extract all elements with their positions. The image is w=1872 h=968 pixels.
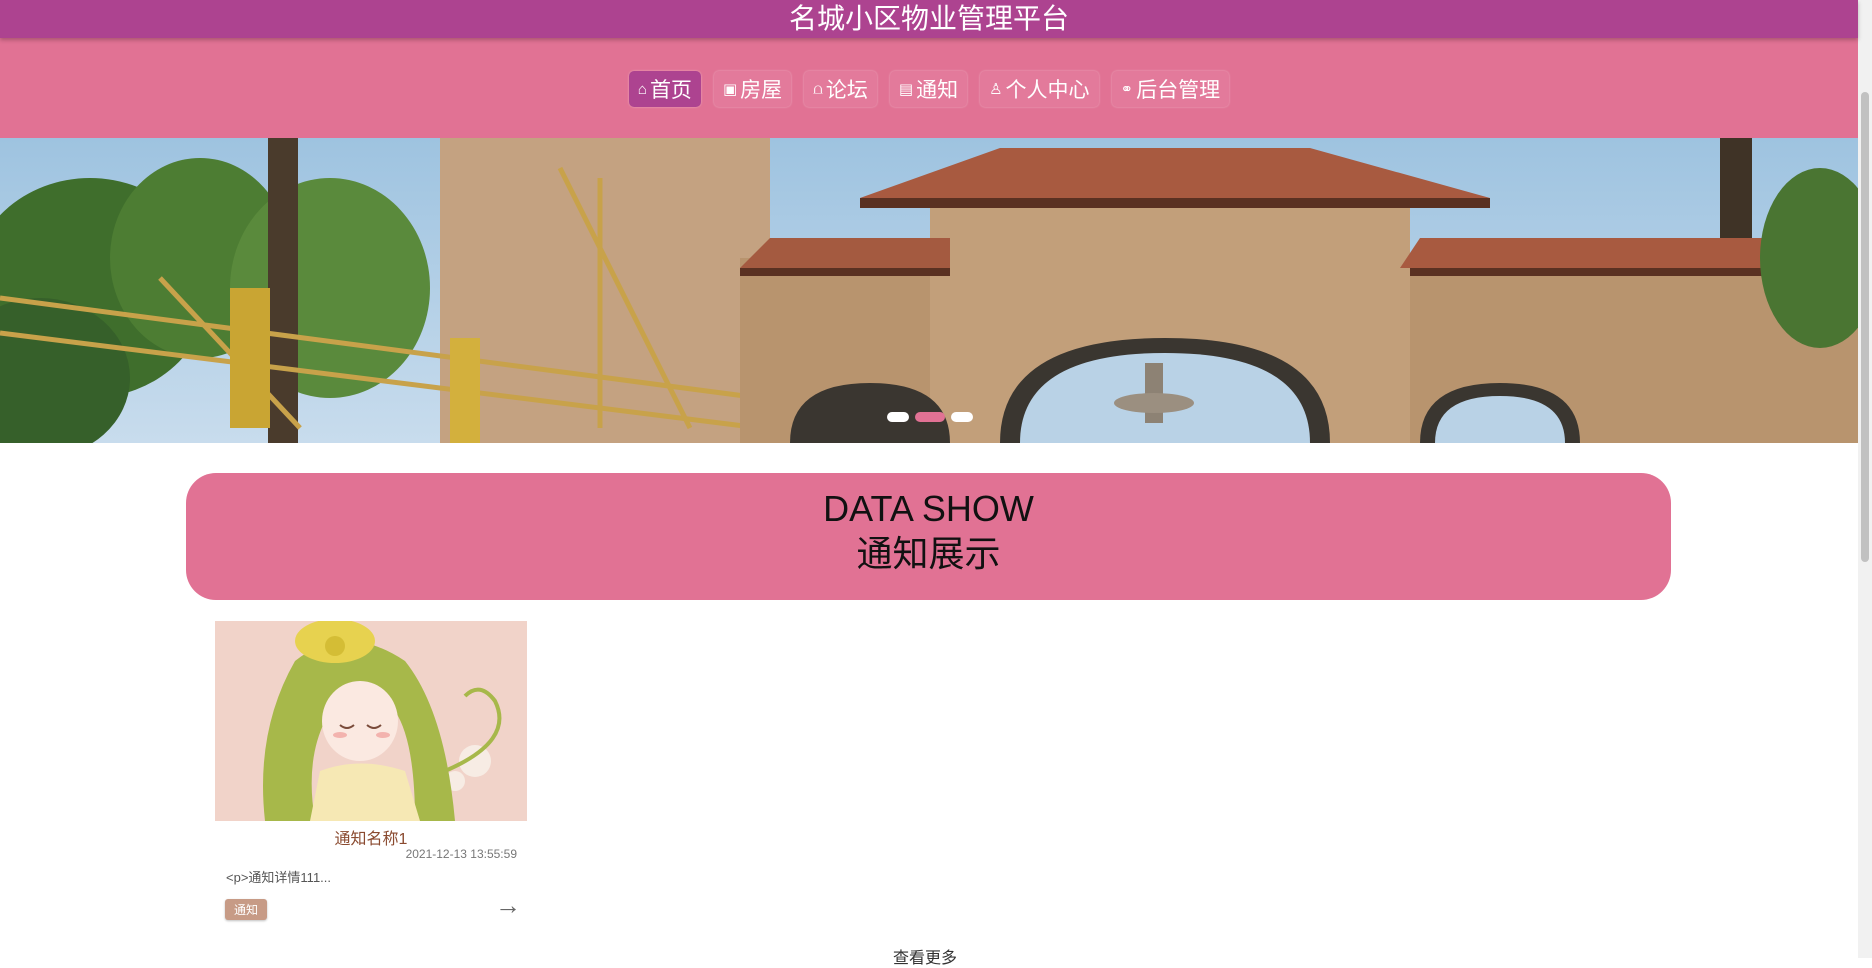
scrollbar-thumb[interactable] xyxy=(1861,92,1869,562)
notice-title[interactable]: 通知名称1 xyxy=(215,825,527,848)
home-icon: ⌂ xyxy=(637,80,647,98)
carousel-dot-active[interactable] xyxy=(915,412,945,422)
clipboard-icon: ▤ xyxy=(898,80,914,98)
nav-item-label: 首页 xyxy=(649,79,692,102)
nav-item-label: 论坛 xyxy=(825,79,868,102)
notice-card[interactable]: 通知名称1 2021-12-13 13:55:59 <p>通知详情111... … xyxy=(215,621,527,926)
nav-item-home[interactable]: ⌂ 首页 xyxy=(628,71,701,107)
nav-item-label: 通知 xyxy=(916,79,959,102)
nav-item-notice[interactable]: ▤ 通知 xyxy=(889,71,968,107)
gift-icon: ▣ xyxy=(722,80,738,98)
carousel-dot[interactable] xyxy=(887,412,909,422)
notice-tag: 通知 xyxy=(225,899,268,920)
page-scrollbar[interactable] xyxy=(1858,0,1872,958)
book-icon: ⩍ xyxy=(813,80,823,98)
link-icon: ⚭ xyxy=(1120,80,1134,98)
nav-item-label: 房屋 xyxy=(740,79,783,102)
community-gate-image xyxy=(0,138,1858,443)
nav-item-admin[interactable]: ⚭ 后台管理 xyxy=(1111,71,1230,107)
view-more-link[interactable]: 查看更多 xyxy=(893,944,957,968)
carousel-dot[interactable] xyxy=(951,412,973,422)
section-title-cn: 通知展示 xyxy=(856,533,1001,574)
main-nav: ⌂ 首页 ▣ 房屋 ⩍ 论坛 ▤ 通知 ♙ 个人中心 ⚭ 后台管理 xyxy=(0,71,1858,107)
section-header: DATA SHOW 通知展示 xyxy=(186,473,1671,600)
user-icon: ♙ xyxy=(989,80,1003,98)
nav-item-label: 后台管理 xyxy=(1136,79,1221,102)
notice-time: 2021-12-13 13:55:59 xyxy=(405,847,517,861)
nav-item-house[interactable]: ▣ 房屋 xyxy=(713,71,792,107)
site-title: 名城小区物业管理平台 xyxy=(788,3,1069,34)
nav-item-personal-center[interactable]: ♙ 个人中心 xyxy=(980,71,1099,107)
nav-item-forum[interactable]: ⩍ 论坛 xyxy=(804,71,877,107)
section-title-en: DATA SHOW xyxy=(823,488,1034,529)
carousel-banner[interactable] xyxy=(0,138,1858,443)
notice-card-image xyxy=(215,621,527,821)
top-header: 名城小区物业管理平台 xyxy=(0,0,1858,38)
carousel-indicators xyxy=(887,412,973,422)
arrow-right-icon[interactable]: → xyxy=(495,892,521,918)
nav-item-label: 个人中心 xyxy=(1005,79,1090,102)
notice-desc: <p>通知详情111... xyxy=(226,870,332,885)
nav-band: ⌂ 首页 ▣ 房屋 ⩍ 论坛 ▤ 通知 ♙ 个人中心 ⚭ 后台管理 xyxy=(0,38,1858,138)
